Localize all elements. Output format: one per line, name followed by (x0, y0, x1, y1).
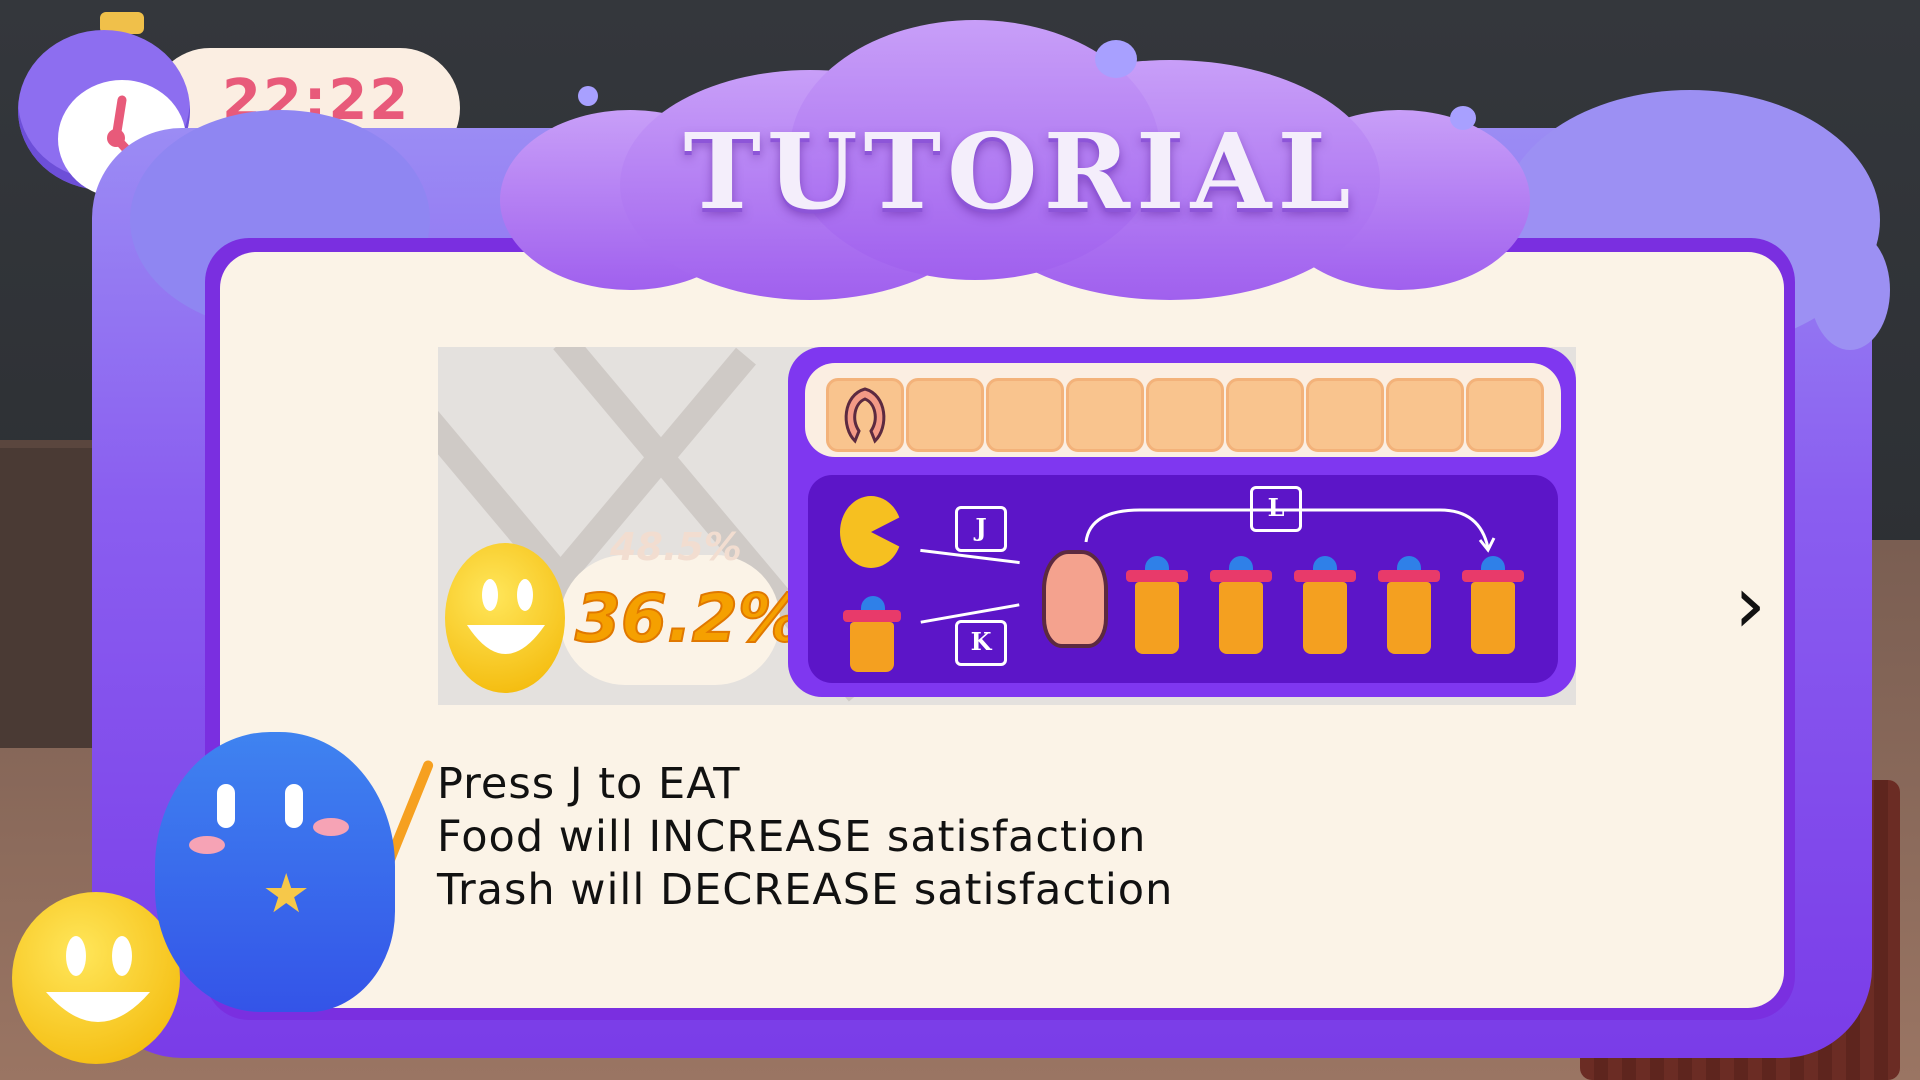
tutorial-instructions: Press J to EAT Food will INCREASE satisf… (437, 758, 1173, 917)
trash-lid-knob (1397, 556, 1421, 570)
trash-body (1387, 582, 1431, 654)
inventory-slot (1386, 378, 1464, 452)
mascot-cheek (189, 836, 225, 854)
key-j-icon: J (955, 506, 1007, 552)
trash-body (1135, 582, 1179, 654)
inventory-slot (1226, 378, 1304, 452)
inventory-slot (1466, 378, 1544, 452)
instruction-line: Food will INCREASE satisfaction (437, 812, 1147, 862)
trash-lid-knob (1481, 556, 1505, 570)
satisfaction-value: 36.2% (574, 579, 805, 658)
trash-icon (1378, 556, 1440, 654)
salmon-icon (844, 387, 886, 444)
trash-body (850, 622, 894, 672)
smiley-icon (445, 543, 565, 693)
next-page-button[interactable]: › (1734, 558, 1766, 651)
inventory-slot (1306, 378, 1384, 452)
trash-body (1219, 582, 1263, 654)
mascot-cheek (313, 818, 349, 836)
inventory-slot (1066, 378, 1144, 452)
trash-lid (1210, 570, 1272, 582)
instruction-line: Press J to EAT (437, 759, 741, 809)
key-k-icon: K (955, 620, 1007, 666)
trash-icon (843, 596, 901, 672)
trash-body (1303, 582, 1347, 654)
trash-lid (1378, 570, 1440, 582)
cycle-arrow-icon (1084, 508, 1496, 553)
trash-lid (1462, 570, 1524, 582)
trash-lid (843, 610, 901, 622)
trash-icon (1294, 556, 1356, 654)
smiley-face-icon (467, 579, 545, 654)
trash-body (1471, 582, 1515, 654)
inventory-slot (826, 378, 904, 452)
star-icon: ★ (262, 862, 311, 925)
smiley-icon (12, 892, 180, 1064)
trash-icon (1462, 556, 1524, 654)
trash-lid-knob (861, 596, 885, 610)
trash-icon (1126, 556, 1188, 654)
tutorial-title: TUTORIAL (683, 110, 1357, 233)
inventory-slot (986, 378, 1064, 452)
trash-lid-knob (1313, 556, 1337, 570)
mascot-eye (285, 784, 303, 828)
bubble-decoration (578, 86, 598, 106)
trash-lid (1126, 570, 1188, 582)
inventory-slot (906, 378, 984, 452)
inventory-slot (1146, 378, 1224, 452)
satisfaction-previous: 48.5% (610, 525, 742, 569)
instruction-line: Trash will DECREASE satisfaction (437, 865, 1174, 915)
mascot-eye (217, 784, 235, 828)
trash-lid (1294, 570, 1356, 582)
trash-icon (1210, 556, 1272, 654)
smiley-face-icon (46, 936, 150, 1022)
salmon-icon (1042, 550, 1108, 648)
bubble-decoration (1095, 40, 1137, 78)
trash-lid-knob (1229, 556, 1253, 570)
frame-drip (1810, 230, 1890, 350)
trash-lid-knob (1145, 556, 1169, 570)
